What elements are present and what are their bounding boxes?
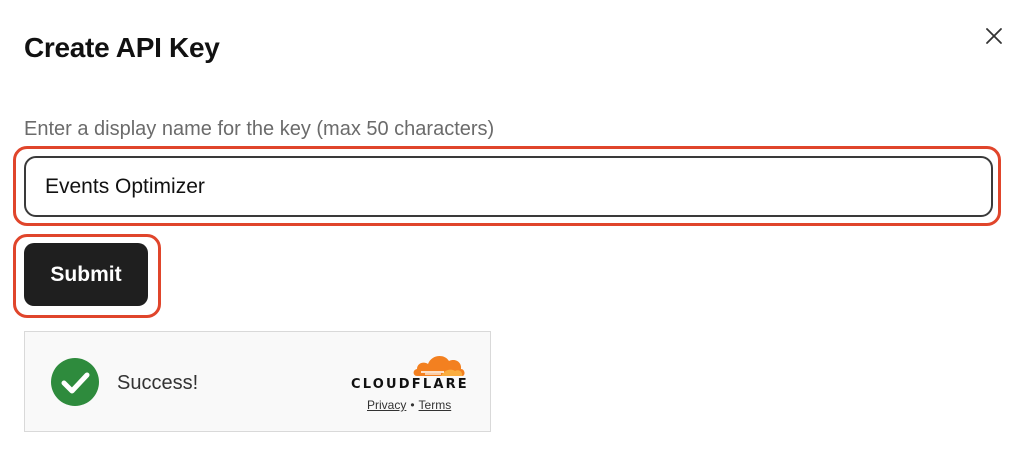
close-icon (986, 28, 1002, 44)
display-name-label: Enter a display name for the key (max 50… (24, 118, 495, 140)
cloudflare-cloud-icon (413, 355, 465, 376)
close-button[interactable] (980, 22, 1008, 50)
privacy-link[interactable]: Privacy (367, 398, 406, 412)
dialog-title: Create API Key (24, 32, 220, 63)
turnstile-links: Privacy • Terms (367, 398, 451, 412)
success-status-text: Success! (117, 372, 199, 394)
cloudflare-wordmark: CLOUDFLARE (351, 377, 469, 392)
terms-link[interactable]: Terms (419, 398, 452, 412)
display-name-input[interactable] (24, 156, 993, 217)
checkmark-circle-icon (51, 358, 99, 406)
submit-button[interactable]: Submit (24, 243, 148, 306)
link-separator: • (410, 398, 415, 412)
turnstile-widget: Success! CLOUDFLARE Privacy • Terms (24, 331, 491, 432)
